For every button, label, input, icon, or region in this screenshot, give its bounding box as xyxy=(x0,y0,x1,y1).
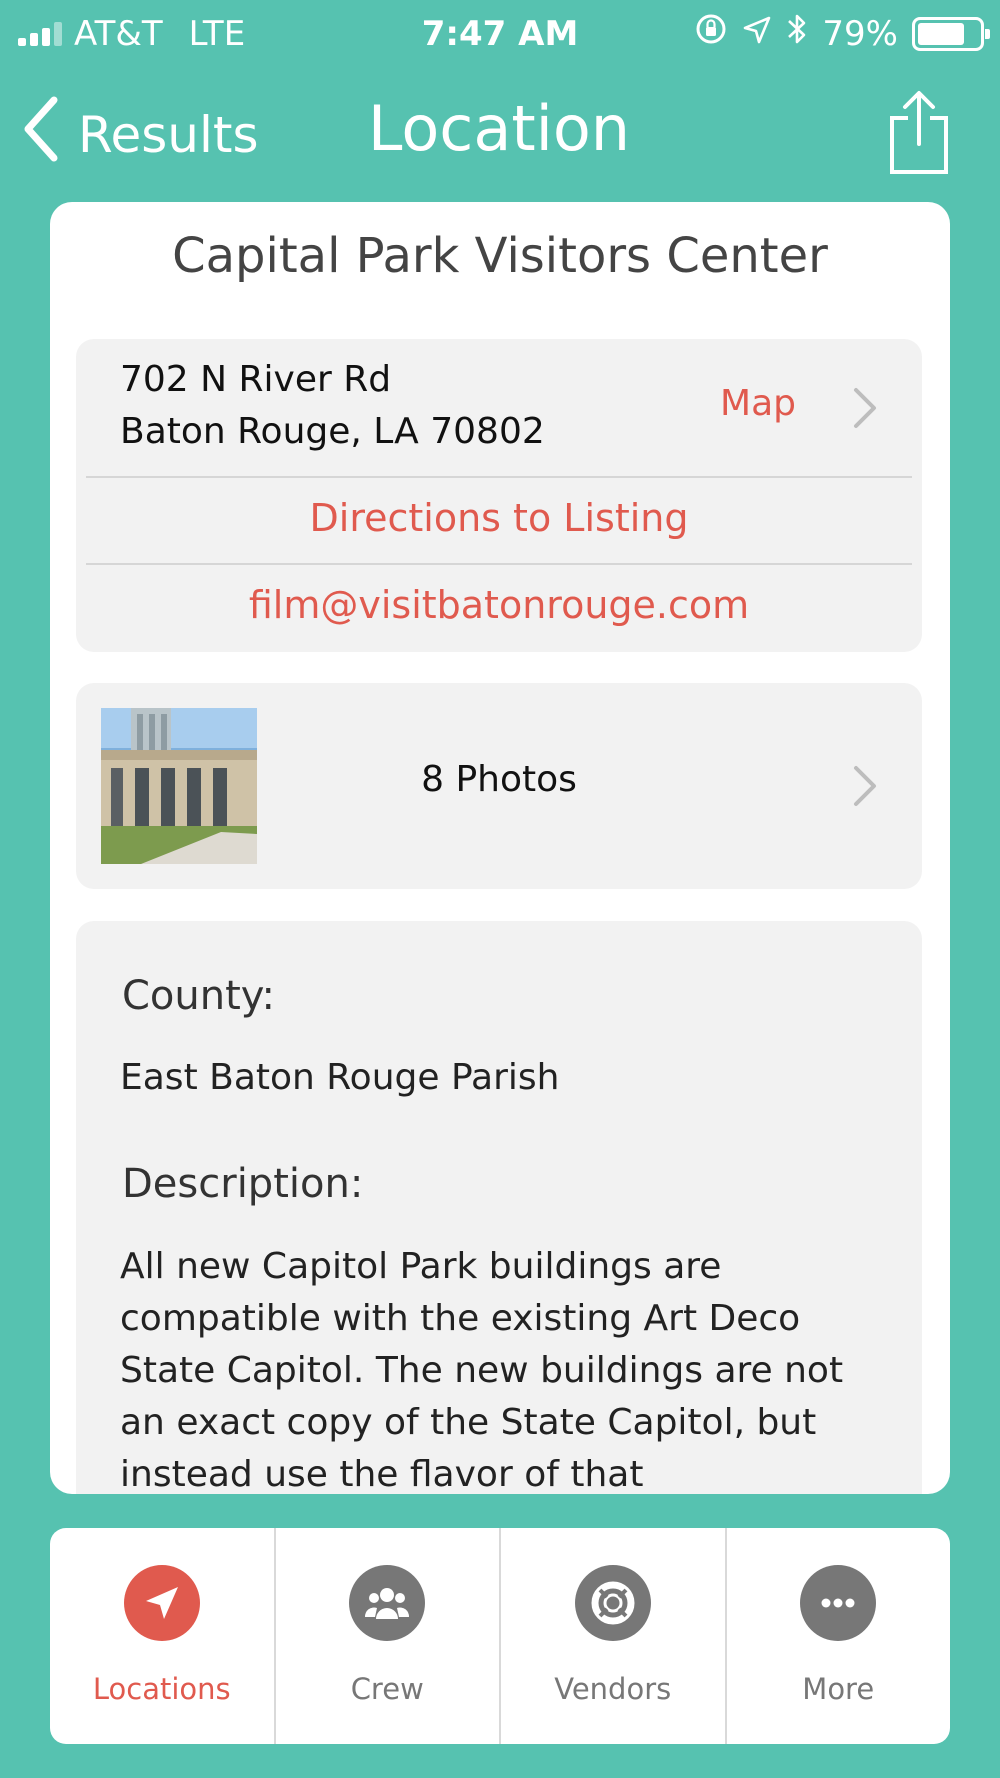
tab-bar: Locations Crew Vendors More xyxy=(50,1528,950,1744)
tab-vendors[interactable]: Vendors xyxy=(501,1528,727,1744)
address-line-2: Baton Rouge, LA 70802 xyxy=(120,411,545,452)
group-icon xyxy=(349,1565,426,1641)
description-text: All new Capitol Park buildings are compa… xyxy=(120,1246,844,1494)
status-bar: AT&T LTE 7:47 AM 79% xyxy=(0,0,1000,68)
status-right: 79% xyxy=(694,12,990,55)
page-title: Location xyxy=(0,92,1000,165)
address-line-1: 702 N River Rd xyxy=(120,359,392,400)
page-title-text: Location xyxy=(367,92,631,165)
tab-label: Vendors xyxy=(554,1672,672,1706)
tab-label: Locations xyxy=(92,1672,231,1706)
location-title: Capital Park Visitors Center xyxy=(172,228,828,284)
photos-count-label: 8 Photos xyxy=(421,759,577,800)
divider xyxy=(86,563,912,565)
battery-icon xyxy=(912,16,990,51)
orientation-lock-icon xyxy=(694,12,728,55)
tab-locations[interactable]: Locations xyxy=(50,1528,276,1744)
description-heading: Description: xyxy=(122,1161,364,1207)
chevron-right-icon xyxy=(852,765,878,811)
map-link[interactable]: Map xyxy=(720,383,796,424)
directions-link[interactable]: Directions to Listing xyxy=(76,496,922,540)
photos-row[interactable]: 8 Photos xyxy=(76,683,922,889)
more-dots-icon xyxy=(800,1565,877,1641)
tab-label: Crew xyxy=(350,1672,424,1706)
chevron-right-icon xyxy=(852,387,878,433)
location-arrow-icon xyxy=(742,14,772,54)
location-card: Capital Park Visitors Center 702 N River… xyxy=(50,202,950,1494)
tab-more[interactable]: More xyxy=(727,1528,951,1744)
details-panel: County: East Baton Rouge Parish Descript… xyxy=(76,921,922,1494)
bluetooth-icon xyxy=(786,12,808,55)
battery-percent: 79% xyxy=(822,13,898,54)
address-map-row[interactable]: 702 N River Rd Baton Rouge, LA 70802 Map xyxy=(76,339,922,477)
county-heading: County: xyxy=(122,973,276,1019)
share-icon xyxy=(888,91,950,180)
share-button[interactable] xyxy=(888,90,950,180)
address-panel: 702 N River Rd Baton Rouge, LA 70802 Map… xyxy=(76,339,922,652)
tab-crew[interactable]: Crew xyxy=(276,1528,501,1744)
tab-label: More xyxy=(802,1672,875,1706)
email-link[interactable]: film@visitbatonrouge.com xyxy=(76,583,922,627)
lifebuoy-icon xyxy=(574,1565,651,1641)
county-value: East Baton Rouge Parish xyxy=(120,1057,560,1098)
divider xyxy=(86,476,912,478)
location-arrow-icon xyxy=(123,1565,200,1641)
